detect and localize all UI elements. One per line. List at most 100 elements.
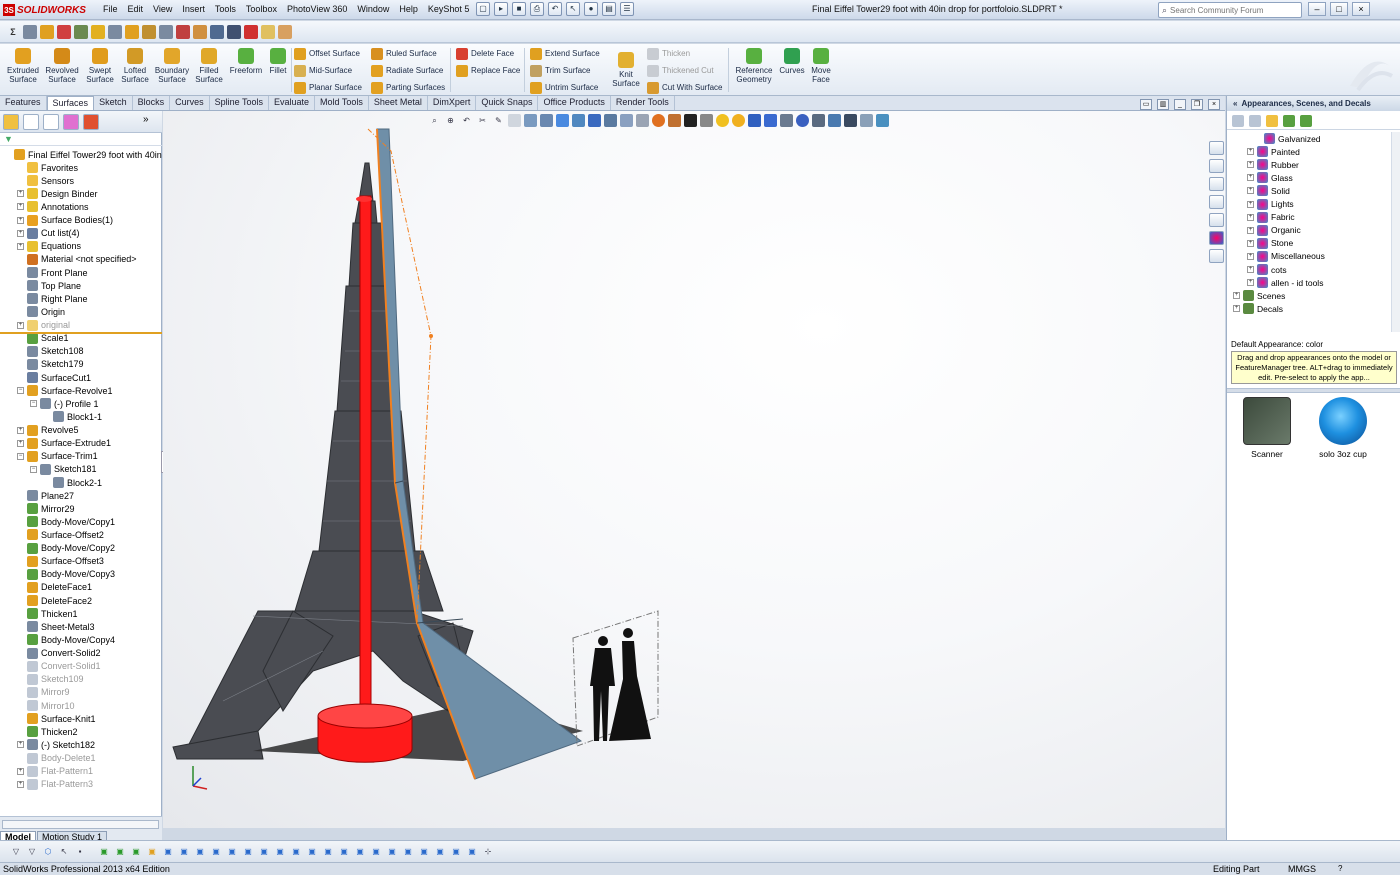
deviation-icon[interactable] (210, 24, 224, 39)
restore-button[interactable]: □ (1330, 2, 1348, 16)
feature-tree-item[interactable]: Front Plane (17, 266, 88, 279)
feature-tree-item[interactable]: Thicken1 (17, 607, 78, 620)
sketch-point[interactable] (429, 334, 433, 338)
expand-toggle-icon[interactable]: + (17, 229, 24, 237)
expand-toggle-icon[interactable]: + (17, 216, 24, 224)
curves-button[interactable]: Curves (777, 48, 807, 75)
expand-toggle-icon[interactable]: − (17, 387, 24, 395)
feature-tree-item[interactable]: Final Eiffel Tower29 foot with 40in dro (4, 148, 177, 161)
expand-toggle-icon[interactable]: + (1247, 266, 1254, 273)
collapse-pane-icon[interactable]: « (1233, 96, 1237, 111)
viewport-close-icon[interactable]: × (1208, 99, 1220, 110)
untrim-surface-button[interactable]: Untrim Surface (530, 80, 598, 95)
silhouette-filter-icon[interactable]: ▣ (274, 846, 286, 858)
couple-silhouette-decal[interactable] (572, 610, 659, 747)
feature-manager-tab-icon[interactable] (3, 113, 19, 130)
filter-edge-icon[interactable]: ⬡ (42, 846, 54, 858)
viewport-restore-icon[interactable]: ❐ (1191, 99, 1203, 110)
feature-tree-item[interactable]: Mirror9 (17, 686, 70, 699)
search-box[interactable]: ⌕ (1158, 2, 1302, 18)
undo-icon[interactable]: ↶ (548, 2, 562, 16)
design-library-tab-icon[interactable] (1209, 159, 1224, 173)
swept-surface-button[interactable]: Swept Surface (82, 48, 118, 84)
appearance-tree-item[interactable]: Galvanized (1254, 132, 1321, 145)
menu-tools[interactable]: Tools (210, 2, 241, 18)
expand-toggle-icon[interactable]: + (1233, 305, 1240, 313)
surface-finish-filter-icon[interactable]: ▣ (354, 846, 366, 858)
feature-tree-item[interactable]: Body-Move/Copy2 (17, 542, 115, 555)
appearance-tree-item[interactable]: + cots (1247, 263, 1287, 276)
undercut-icon[interactable] (227, 24, 241, 39)
feature-tree-item[interactable]: Origin (17, 305, 65, 318)
replace-face-button[interactable]: Replace Face (456, 63, 520, 78)
expand-toggle-icon[interactable]: − (30, 465, 37, 473)
fillet-button[interactable]: Fillet (266, 48, 290, 75)
open-folder-icon[interactable]: ▸ (494, 2, 508, 16)
feature-tree-item[interactable]: Top Plane (17, 279, 81, 292)
appearance-tree-item[interactable]: + Lights (1247, 198, 1294, 211)
feature-tree-item[interactable]: Sensors (17, 174, 74, 187)
feature-tree-item[interactable]: Body-Move/Copy1 (17, 515, 115, 528)
expand-toggle-icon[interactable]: + (1247, 161, 1254, 169)
compare-icon[interactable] (159, 24, 173, 39)
feature-tree-item[interactable]: − Surface-Trim1 (17, 450, 98, 463)
hole-filter-icon[interactable]: ▣ (322, 846, 334, 858)
viewport-minimize-icon[interactable]: _ (1174, 99, 1186, 110)
smart-dimension-icon[interactable] (23, 24, 37, 39)
feature-tree-item[interactable]: Sketch109 (17, 673, 84, 686)
feature-tree-item[interactable]: SurfaceCut1 (17, 371, 91, 384)
feature-tree-item[interactable]: Body-Move/Copy3 (17, 568, 115, 581)
datum-filter-icon[interactable]: ▣ (306, 846, 318, 858)
feature-tree-item[interactable]: − (-) Profile 1 (30, 397, 99, 410)
delete-face-button[interactable]: Delete Face (456, 46, 514, 61)
feature-tree-item[interactable]: + Equations (17, 240, 81, 253)
feature-tree-item[interactable]: Thicken2 (17, 725, 78, 738)
configuration-manager-tab-icon[interactable] (43, 113, 59, 130)
menu-toolbox[interactable]: Toolbox (241, 2, 282, 18)
plane-filter-icon[interactable]: ▣ (226, 846, 238, 858)
tab-curves[interactable]: Curves (170, 96, 210, 110)
feature-tree-item[interactable]: + (-) Sketch182 (17, 738, 95, 751)
expand-toggle-icon[interactable]: + (17, 426, 24, 434)
refresh-icon[interactable] (1283, 114, 1295, 127)
menu-window[interactable]: Window (352, 2, 394, 18)
feature-tree-item[interactable]: Surface-Knit1 (17, 712, 96, 725)
appearance-tree-item[interactable]: + Rubber (1247, 158, 1299, 171)
filled-surface-button[interactable]: Filled Surface (192, 48, 226, 84)
note-filter-icon[interactable]: ▣ (194, 846, 206, 858)
expand-toggle-icon[interactable]: + (1247, 148, 1254, 156)
eiffel-tower-model[interactable] (172, 162, 474, 760)
expand-toggle-icon[interactable]: − (17, 452, 24, 460)
feature-tree-item[interactable]: Sheet-Metal3 (17, 620, 95, 633)
appearances-scrollbar[interactable] (1391, 132, 1400, 332)
routing-filter-icon[interactable]: ▣ (466, 846, 478, 858)
appearance-tree-item[interactable]: + Miscellaneous (1247, 250, 1325, 263)
expand-toggle-icon[interactable]: + (1247, 239, 1254, 247)
checkbox-icon[interactable] (91, 24, 105, 39)
expand-toggle-icon[interactable]: + (1233, 292, 1240, 300)
extruded-surface-button[interactable]: Extruded Surface (5, 48, 41, 84)
view-palette-tab-icon[interactable] (1209, 195, 1224, 209)
menu-insert[interactable]: Insert (177, 2, 210, 18)
menu-view[interactable]: View (148, 2, 177, 18)
viewport-split-icon[interactable]: ▥ (1157, 99, 1169, 110)
expand-toggle-icon[interactable]: + (1247, 226, 1254, 234)
filter-icon[interactable]: ▽ (10, 846, 22, 858)
feature-tree-item[interactable]: Mirror29 (17, 502, 75, 515)
options-icon[interactable]: ☰ (620, 2, 634, 16)
move-face-button[interactable]: Move Face (808, 48, 834, 84)
feature-tree-item[interactable]: Right Plane (17, 292, 88, 305)
measure-icon[interactable] (57, 24, 71, 39)
save-icon[interactable]: ■ (512, 2, 526, 16)
menu-photoview-360[interactable]: PhotoView 360 (282, 2, 352, 18)
geometric-tolerance-filter-icon[interactable]: ▣ (370, 846, 382, 858)
appearance-thumbnail[interactable]: solo 3oz cup (1315, 397, 1371, 459)
planar-surface-button[interactable]: Planar Surface (294, 80, 362, 95)
weld-filter-icon[interactable]: ▣ (290, 846, 302, 858)
reference-geometry-button[interactable]: Reference Geometry (733, 48, 775, 84)
appearance-tree-item[interactable]: + Painted (1247, 145, 1300, 158)
appearance-tree-item[interactable]: + Glass (1247, 171, 1293, 184)
tab-office-products[interactable]: Office Products (538, 96, 611, 110)
center-mark-filter-icon[interactable]: ▣ (402, 846, 414, 858)
menu-edit[interactable]: Edit (123, 2, 149, 18)
